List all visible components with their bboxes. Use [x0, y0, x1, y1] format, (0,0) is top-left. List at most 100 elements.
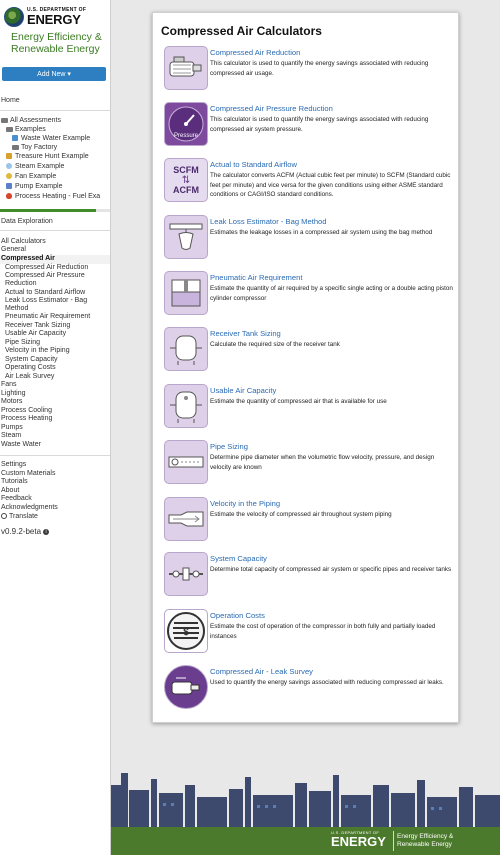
calculator-title[interactable]: Pneumatic Air Requirement [210, 273, 302, 282]
calculator-item[interactable]: Pipe Sizing Determine pipe diameter when… [164, 440, 454, 486]
piston-cylinder-icon [164, 271, 208, 315]
coins-icon: $ [164, 609, 208, 653]
nav-actual-standard-airflow[interactable]: Actual to Standard Airflow [5, 289, 85, 297]
example-pump[interactable]: Pump Example [6, 183, 62, 191]
calculator-description: Estimate the quantity of compressed air … [210, 398, 387, 405]
nav-compressed-air[interactable]: Compressed Air [1, 255, 55, 263]
logo-main: ENERGY [27, 12, 81, 27]
nav-process-heating[interactable]: Process Heating [1, 415, 52, 423]
scfm-label: SCFM [173, 164, 199, 175]
calculator-title[interactable]: Actual to Standard Airflow [210, 160, 297, 169]
nav-data-exploration[interactable]: Data Exploration [1, 218, 53, 226]
calculator-title[interactable]: Operation Costs [210, 611, 265, 620]
example-label: Process Heating - Fuel Exa [15, 193, 101, 200]
calculator-item[interactable]: Pneumatic Air Requirement Estimate the q… [164, 271, 454, 317]
example-treasure-hunt[interactable]: Treasure Hunt Example [6, 153, 89, 161]
system-capacity-icon [164, 552, 208, 596]
flame-icon [6, 193, 12, 200]
nav-operating-costs[interactable]: Operating Costs [5, 364, 56, 372]
calculator-title[interactable]: Usable Air Capacity [210, 386, 276, 395]
add-new-button[interactable]: Add New ▾ [2, 67, 106, 81]
nav-pumps[interactable]: Pumps [1, 424, 23, 432]
nav-leak-loss-estimator[interactable]: Leak Loss Estimator - Bag [5, 297, 87, 305]
calculator-title[interactable]: Compressed Air Pressure Reduction [210, 104, 333, 113]
nav-examples[interactable]: Examples [6, 126, 46, 134]
nav-motors[interactable]: Motors [1, 398, 22, 406]
calculator-item[interactable]: SCFM ⇅ ACFM Actual to Standard Airflow T… [164, 158, 454, 212]
nav-settings[interactable]: Settings [1, 461, 26, 469]
nav-all-calculators[interactable]: All Calculators [1, 238, 46, 246]
divider [0, 230, 110, 231]
nav-custom-materials[interactable]: Custom Materials [1, 470, 55, 478]
receiver-tank-icon [164, 327, 208, 371]
nav-about[interactable]: About [1, 487, 19, 495]
nav-feedback[interactable]: Feedback [1, 495, 32, 503]
example-waste-water[interactable]: Waste Water Example [12, 135, 90, 143]
version-label: v0.9.2-beta i [1, 528, 50, 536]
example-label: Toy Factory [21, 144, 58, 151]
calculator-description: Determine pipe diameter when the volumet… [210, 454, 435, 471]
nav-receiver-tank[interactable]: Receiver Tank Sizing [5, 322, 70, 330]
nav-examples-label: Examples [15, 126, 46, 133]
calculator-title[interactable]: System Capacity [210, 554, 267, 563]
nav-fans[interactable]: Fans [1, 381, 17, 389]
calculator-title[interactable]: Leak Loss Estimator - Bag Method [210, 217, 327, 226]
swap-arrows-icon: ⇅ [181, 174, 191, 186]
nav-general[interactable]: General [1, 246, 26, 254]
nav-tutorials[interactable]: Tutorials [1, 478, 28, 486]
footer-divider [393, 831, 394, 851]
calculator-item[interactable]: $ Operation Costs Estimate the cost of o… [164, 609, 454, 655]
sidebar: U.S. DEPARTMENT OF ENERGY Energy Efficie… [0, 0, 111, 855]
nav-steam[interactable]: Steam [1, 432, 21, 440]
calculator-item[interactable]: Receiver Tank Sizing Calculate the requi… [164, 327, 454, 373]
footer-doe-logo[interactable]: U.S. DEPARTMENT OF ENERGY [331, 831, 386, 849]
page-title: Compressed Air Calculators [161, 24, 322, 38]
nav-velocity-piping[interactable]: Velocity in the Piping [5, 347, 70, 355]
nav-ca-pressure-reduction[interactable]: Compressed Air Pressure [5, 272, 85, 280]
calculator-title[interactable]: Velocity in the Piping [210, 499, 280, 508]
nav-home[interactable]: Home [1, 97, 20, 105]
calculator-item[interactable]: Usable Air Capacity Estimate the quantit… [164, 384, 454, 430]
calculator-item[interactable]: Pressure Compressed Air Pressure Reducti… [164, 102, 454, 148]
globe-icon [1, 513, 7, 520]
calculator-title[interactable]: Compressed Air Reduction [210, 48, 300, 57]
nav-air-leak-survey[interactable]: Air Leak Survey [5, 373, 54, 381]
nav-system-capacity[interactable]: System Capacity [5, 356, 58, 364]
example-steam[interactable]: Steam Example [6, 163, 64, 171]
nav-translate[interactable]: Translate [1, 513, 38, 521]
pressure-gauge-icon: Pressure [164, 102, 208, 146]
fan-icon [6, 173, 12, 180]
example-label: Pump Example [15, 183, 63, 190]
calculator-title[interactable]: Pipe Sizing [210, 442, 248, 451]
nav-waste-water[interactable]: Waste Water [1, 441, 41, 449]
calculator-item[interactable]: Velocity in the Piping Estimate the velo… [164, 497, 454, 543]
pump-icon [6, 183, 12, 190]
nav-usable-air[interactable]: Usable Air Capacity [5, 330, 66, 338]
nav-pipe-sizing[interactable]: Pipe Sizing [5, 339, 40, 347]
steam-icon [6, 163, 12, 170]
nav-ca-pressure-reduction-wrap[interactable]: Reduction [5, 280, 37, 288]
calculator-item[interactable]: Compressed Air Reduction This calculator… [164, 46, 454, 92]
calculator-item[interactable]: Compressed Air - Leak Survey Used to qua… [164, 665, 454, 711]
nav-ca-reduction[interactable]: Compressed Air Reduction [5, 264, 88, 272]
nav-acknowledgments[interactable]: Acknowledgments [1, 504, 58, 512]
footer-office-name: Energy Efficiency & Renewable Energy [397, 833, 453, 849]
example-toy-factory[interactable]: Toy Factory [12, 144, 57, 152]
svg-text:$: $ [183, 627, 189, 638]
leak-bag-icon [164, 215, 208, 259]
example-fan[interactable]: Fan Example [6, 173, 56, 181]
scfm-acfm-icon: SCFM ⇅ ACFM [164, 158, 208, 202]
nav-leak-loss-estimator-wrap[interactable]: Method [5, 305, 28, 313]
calculator-title[interactable]: Receiver Tank Sizing [210, 329, 281, 338]
nav-pneumatic-air[interactable]: Pneumatic Air Requirement [5, 313, 90, 321]
calculator-item[interactable]: System Capacity Determine total capacity… [164, 552, 454, 598]
nav-process-cooling[interactable]: Process Cooling [1, 407, 52, 415]
example-process-heating[interactable]: Process Heating - Fuel Exa [6, 193, 100, 201]
doe-logo[interactable]: U.S. DEPARTMENT OF ENERGY [0, 0, 110, 30]
info-icon[interactable]: i [43, 528, 50, 535]
nav-all-assessments[interactable]: All Assessments [1, 117, 61, 125]
calculator-title[interactable]: Compressed Air - Leak Survey [210, 667, 313, 676]
folder-open-icon [1, 117, 8, 123]
nav-lighting[interactable]: Lighting [1, 390, 26, 398]
calculator-item[interactable]: Leak Loss Estimator - Bag Method Estimat… [164, 215, 454, 261]
